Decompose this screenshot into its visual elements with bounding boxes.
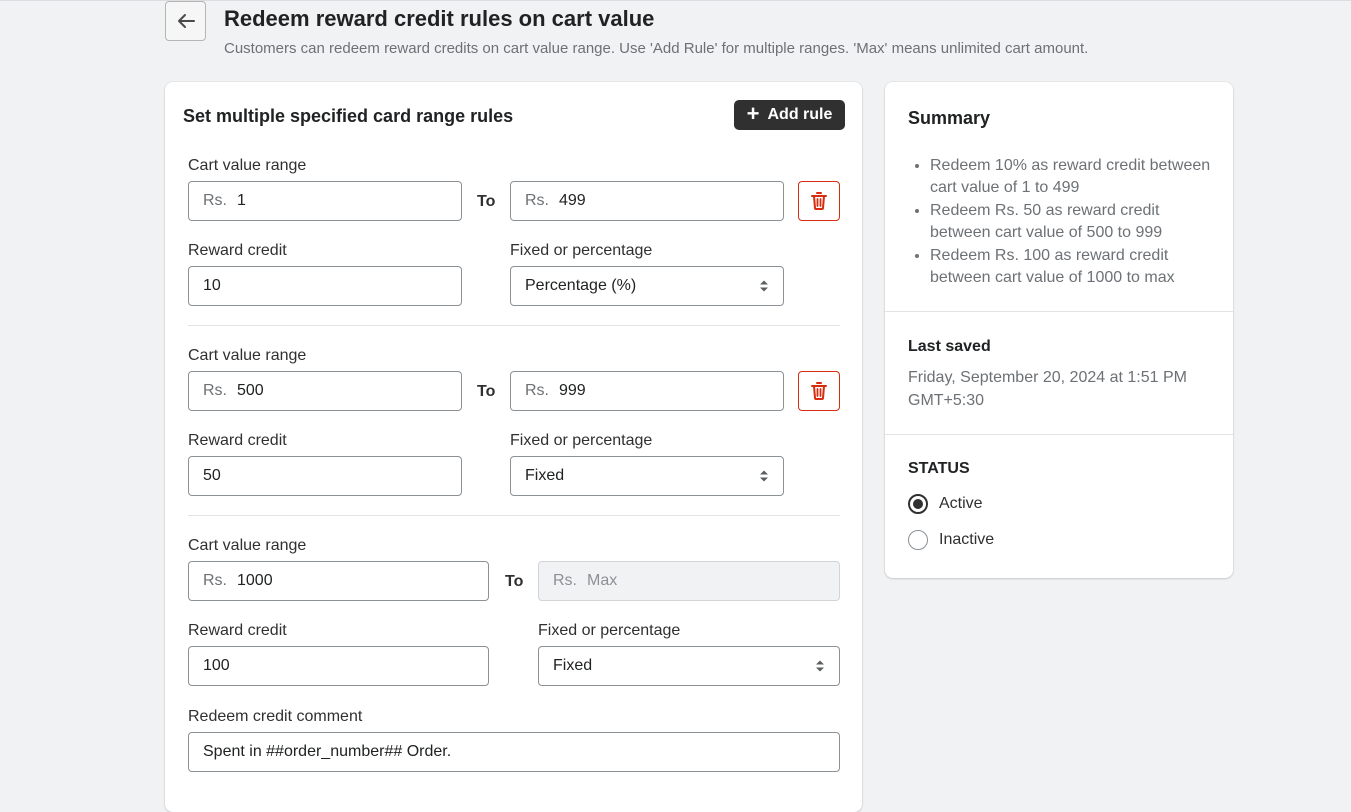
rule-3-to-label: To	[505, 573, 524, 590]
rule-1-to-value: 499	[559, 192, 586, 209]
currency-prefix: Rs.	[203, 572, 227, 589]
status-heading: STATUS	[908, 460, 970, 477]
select-arrows-icon	[760, 280, 768, 292]
currency-prefix: Rs.	[553, 572, 577, 589]
rule-3-reward-label: Reward credit	[188, 622, 287, 639]
add-rule-label: Add rule	[767, 106, 833, 123]
rule-3-type-label: Fixed or percentage	[538, 622, 681, 639]
rule-3-from-value: 1000	[237, 572, 273, 589]
summary-item: Redeem Rs. 100 as reward credit between …	[930, 245, 1220, 289]
rule-1-to-input[interactable]: Rs. 499	[510, 181, 784, 221]
status-inactive-option[interactable]: Inactive	[908, 530, 994, 550]
rules-card: Set multiple specified card range rules …	[165, 82, 862, 812]
summary-card: Summary Redeem 10% as reward credit betw…	[885, 82, 1233, 578]
currency-prefix: Rs.	[525, 192, 549, 209]
comment-value: Spent in ##order_number## Order.	[203, 743, 452, 760]
rule-2-reward-value: 50	[203, 467, 221, 484]
rule-1-to-label: To	[477, 193, 496, 210]
rule-3-type-value: Fixed	[553, 657, 593, 674]
rule-3-from-input[interactable]: Rs. 1000	[188, 561, 489, 601]
rule-1-from-value: 1	[237, 192, 246, 209]
rule-2-type-value: Fixed	[525, 467, 565, 484]
rule-1-reward-label: Reward credit	[188, 242, 287, 259]
rule-divider	[188, 515, 840, 516]
rule-2-to-label: To	[477, 383, 496, 400]
rule-3-to-placeholder: Max	[587, 572, 618, 589]
plus-icon: +	[746, 101, 760, 126]
rule-3-type-select[interactable]: Fixed	[538, 646, 840, 686]
last-saved-heading: Last saved	[908, 338, 991, 355]
rule-3-to-input: Rs. Max	[538, 561, 840, 601]
rule-2-reward-input[interactable]: 50	[188, 456, 462, 496]
back-button[interactable]	[165, 1, 206, 41]
rule-1-type-value: Percentage (%)	[525, 277, 637, 294]
rule-2-to-input[interactable]: Rs. 999	[510, 371, 784, 411]
rule-3-reward-value: 100	[203, 657, 230, 674]
status-active-radio[interactable]	[908, 494, 928, 514]
rule-1-delete-button[interactable]	[798, 181, 840, 221]
summary-heading: Summary	[908, 108, 991, 128]
trash-icon	[811, 192, 827, 210]
rule-1-reward-input[interactable]: 10	[188, 266, 462, 306]
rule-2-from-input[interactable]: Rs. 500	[188, 371, 462, 411]
rule-divider	[188, 325, 840, 326]
summary-list: Redeem 10% as reward credit between cart…	[930, 155, 1220, 290]
rule-1-from-input[interactable]: Rs. 1	[188, 181, 462, 221]
comment-input[interactable]: Spent in ##order_number## Order.	[188, 732, 840, 772]
rule-2-range-label: Cart value range	[188, 347, 307, 364]
rule-2-type-label: Fixed or percentage	[510, 432, 653, 449]
summary-item: Redeem 10% as reward credit between cart…	[930, 155, 1220, 199]
add-rule-button[interactable]: + Add rule	[734, 100, 845, 130]
arrow-left-icon	[177, 14, 195, 28]
currency-prefix: Rs.	[525, 382, 549, 399]
page-title: Redeem reward credit rules on cart value	[224, 6, 655, 31]
status-inactive-label: Inactive	[939, 531, 995, 548]
summary-divider	[885, 311, 1233, 312]
rule-1-range-label: Cart value range	[188, 157, 307, 174]
rule-2-to-value: 999	[559, 382, 586, 399]
rule-2-delete-button[interactable]	[798, 371, 840, 411]
rule-3-reward-input[interactable]: 100	[188, 646, 489, 686]
status-inactive-radio[interactable]	[908, 530, 928, 550]
rule-2-from-value: 500	[237, 382, 264, 399]
rules-card-heading: Set multiple specified card range rules	[183, 106, 514, 126]
select-arrows-icon	[816, 660, 824, 672]
select-arrows-icon	[760, 470, 768, 482]
trash-icon	[811, 382, 827, 400]
rule-3-range-label: Cart value range	[188, 537, 307, 554]
currency-prefix: Rs.	[203, 382, 227, 399]
status-active-label: Active	[939, 495, 983, 512]
rule-1-type-label: Fixed or percentage	[510, 242, 653, 259]
rule-1-type-select[interactable]: Percentage (%)	[510, 266, 784, 306]
currency-prefix: Rs.	[203, 192, 227, 209]
rule-2-reward-label: Reward credit	[188, 432, 287, 449]
rule-2-type-select[interactable]: Fixed	[510, 456, 784, 496]
last-saved-value: Friday, September 20, 2024 at 1:51 PM GM…	[908, 369, 1187, 409]
comment-label: Redeem credit comment	[188, 708, 363, 725]
rule-1-reward-value: 10	[203, 277, 221, 294]
page-subtitle: Customers can redeem reward credits on c…	[224, 40, 1089, 57]
last-saved-divider	[885, 434, 1233, 435]
status-active-option[interactable]: Active	[908, 494, 983, 514]
summary-item: Redeem Rs. 50 as reward credit between c…	[930, 200, 1220, 244]
